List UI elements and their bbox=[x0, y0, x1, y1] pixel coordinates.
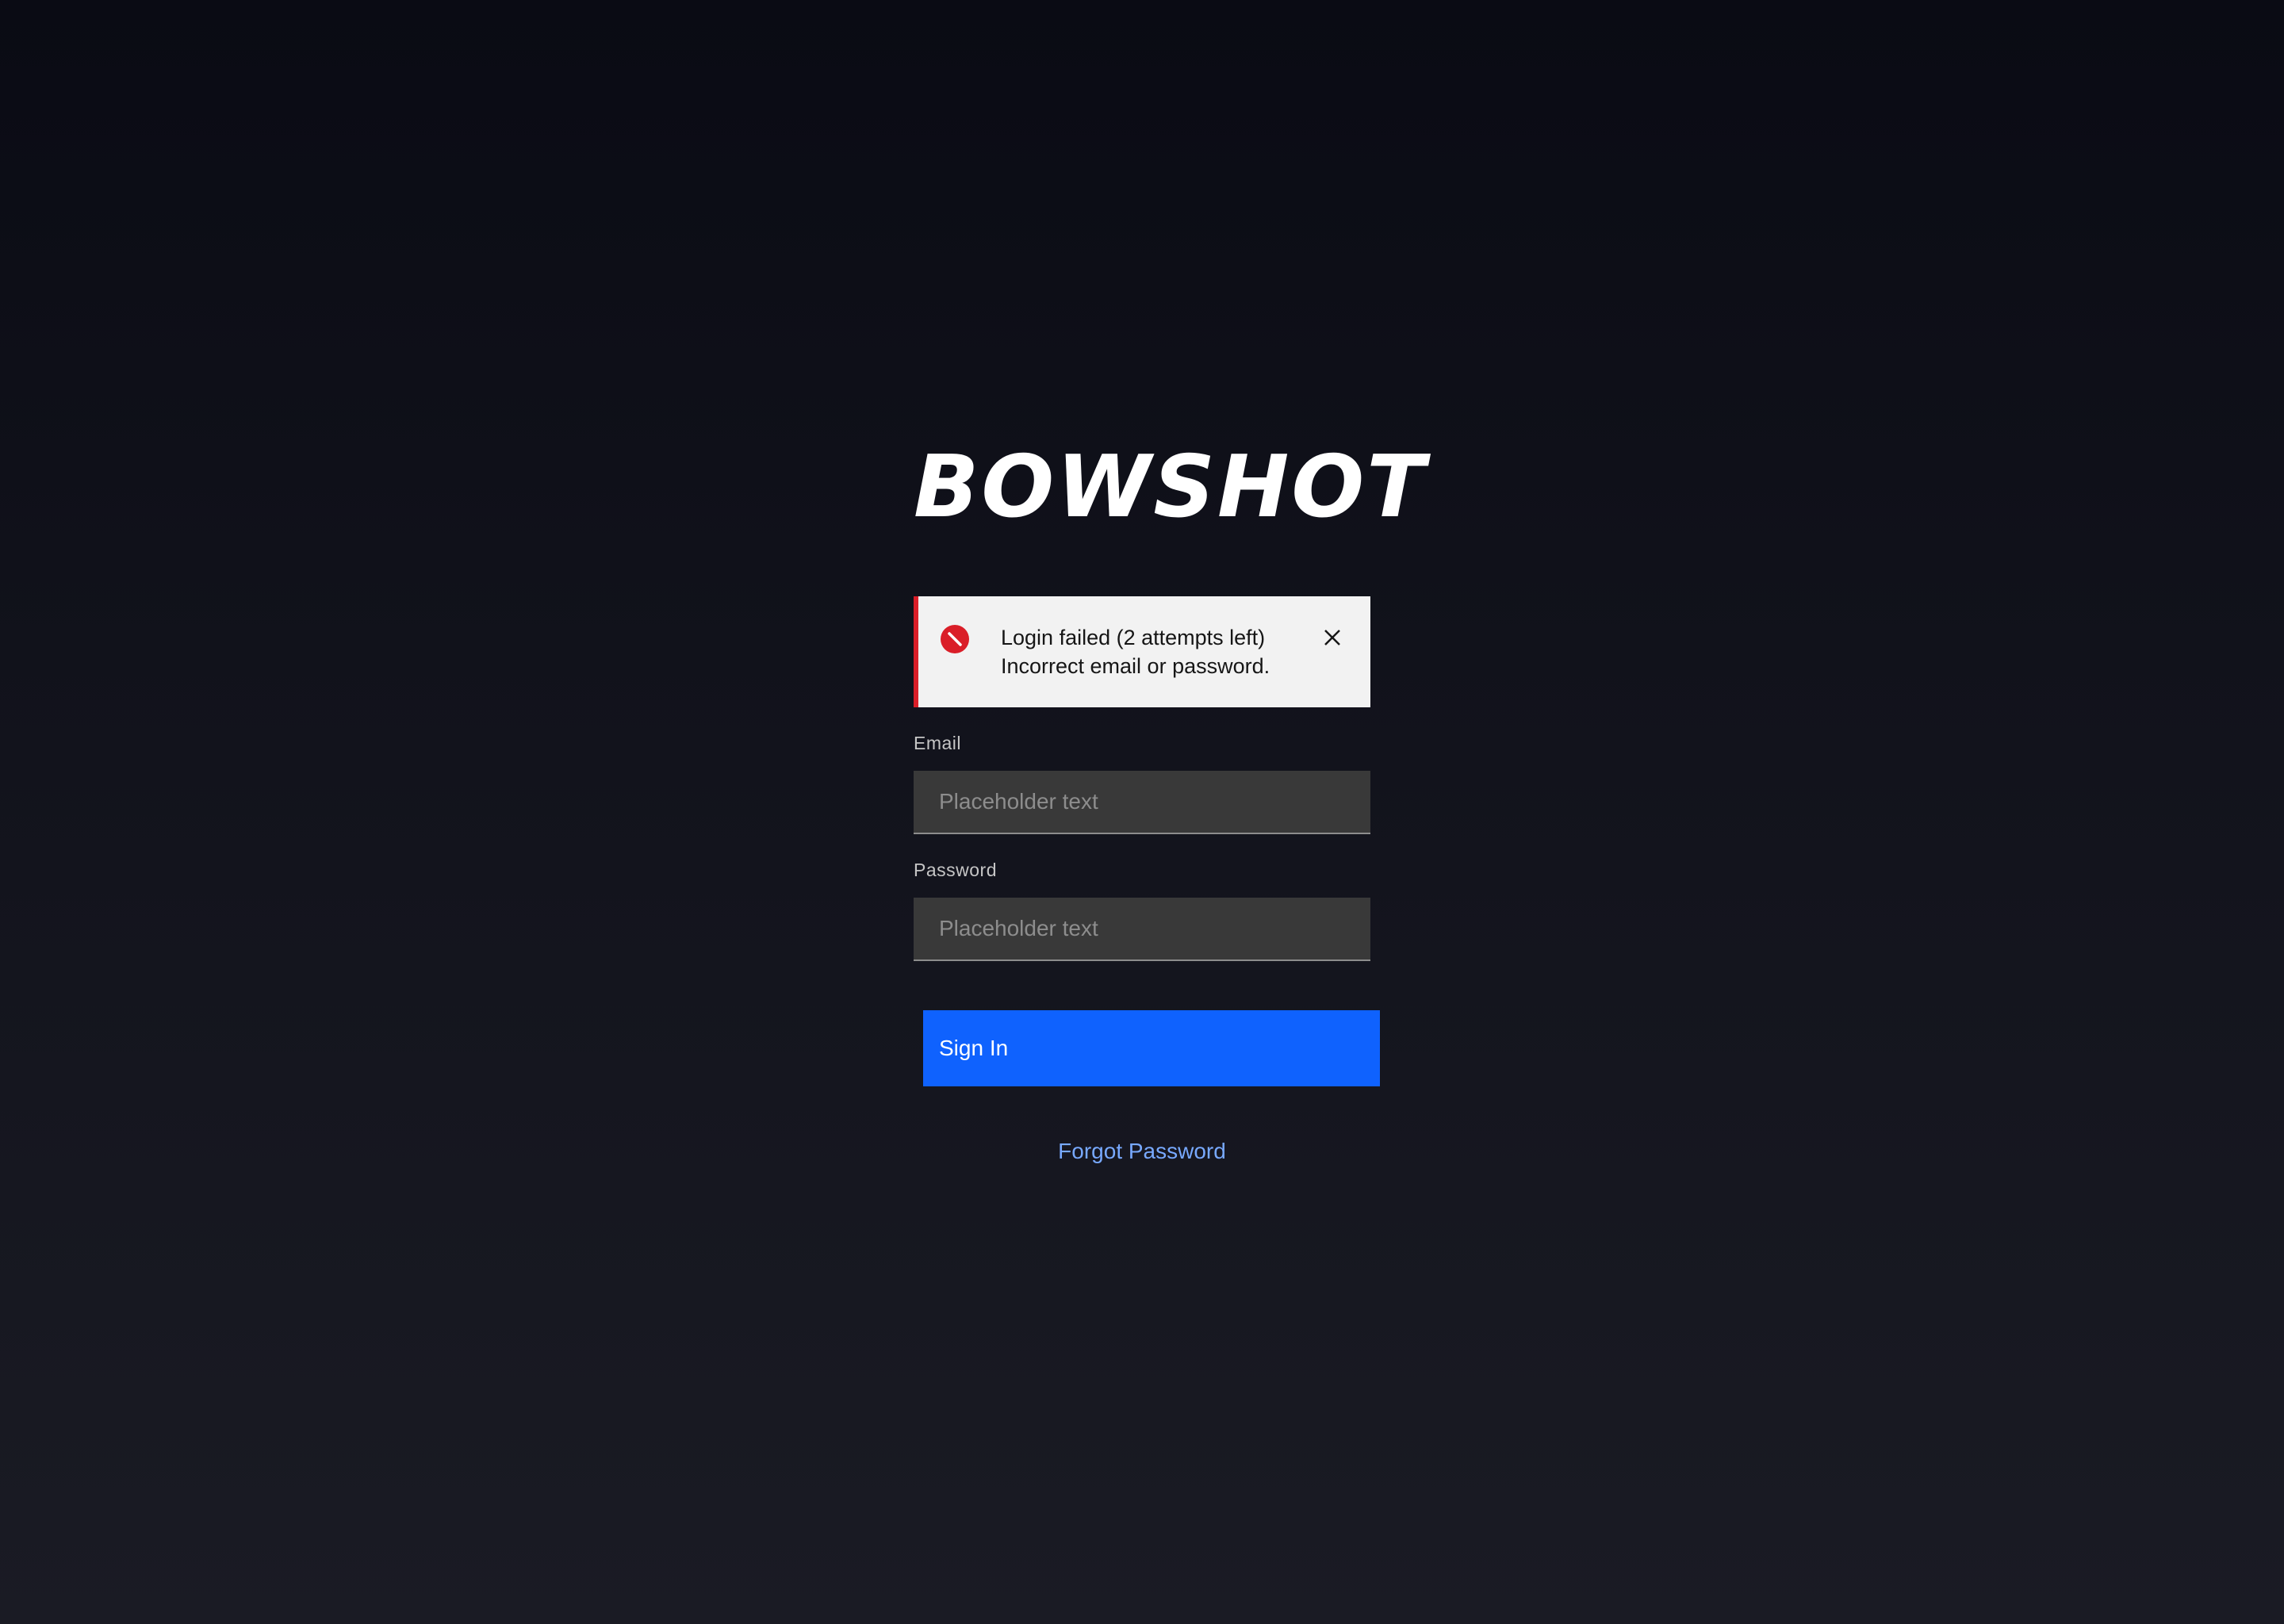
brand-logo: BOWSHOT bbox=[914, 438, 1428, 537]
login-form: BOWSHOT Login failed (2 attempts left) I… bbox=[914, 428, 1428, 1166]
alert-title: Login failed (2 attempts left) bbox=[1001, 626, 1266, 649]
email-label: Email bbox=[914, 733, 962, 753]
alert-message: Incorrect email or password. bbox=[1001, 654, 1270, 678]
alert-text: Login failed (2 attempts left) Incorrect… bbox=[1001, 623, 1270, 680]
sign-in-button[interactable]: Sign In bbox=[923, 1010, 1380, 1086]
password-field[interactable] bbox=[914, 898, 1370, 961]
error-icon bbox=[941, 625, 969, 653]
close-icon[interactable] bbox=[1321, 626, 1343, 649]
forgot-password-link[interactable]: Forgot Password bbox=[914, 1137, 1370, 1166]
email-field[interactable] bbox=[914, 771, 1370, 834]
password-label: Password bbox=[914, 860, 997, 880]
error-notification: Login failed (2 attempts left) Incorrect… bbox=[914, 596, 1370, 707]
